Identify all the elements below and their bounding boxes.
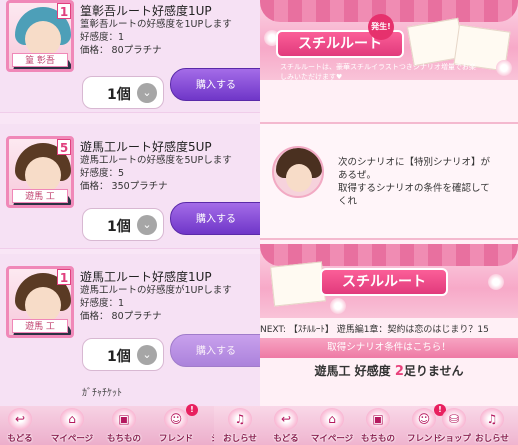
item-title: ｶﾞﾁｬﾁｹｯﾄ bbox=[82, 388, 122, 399]
notification-badge: ! bbox=[186, 404, 198, 416]
portrait-face bbox=[25, 157, 61, 193]
nav-friend-button[interactable]: ☺ ! フレンド bbox=[150, 404, 202, 445]
quantity-value: 1個 bbox=[107, 349, 131, 365]
shop-item-partial: ｶﾞﾁｬﾁｹｯﾄ bbox=[0, 378, 260, 408]
character-portrait: 篁 彰吾 1 bbox=[6, 0, 74, 72]
message-line: あるぜ。 bbox=[338, 170, 377, 181]
shop-item: 遊馬 工 1 遊馬工ルート好感度1UP 遊馬工ルートの好感度が1UPします 好感… bbox=[0, 254, 260, 379]
avatar-face bbox=[286, 164, 312, 192]
quantity-select[interactable]: 1個 ⌄ bbox=[82, 338, 164, 371]
item-count-badge: 1 bbox=[57, 3, 71, 19]
chevron-down-icon: ⌄ bbox=[137, 215, 157, 235]
item-title: 篁彰吾ルート好感度1UP bbox=[80, 4, 212, 18]
character-portrait: 遊馬 工 1 bbox=[6, 266, 74, 338]
quantity-value: 1個 bbox=[107, 219, 131, 235]
rose-decoration bbox=[488, 274, 504, 290]
nav-items-button[interactable]: ▣ もちもの bbox=[352, 406, 404, 445]
nav-label: おしらせ bbox=[475, 434, 509, 444]
bell-icon: ♫ bbox=[480, 408, 504, 430]
item-price: 価格： 80プラチナ bbox=[80, 311, 162, 322]
item-price: 価格： 80プラチナ bbox=[80, 45, 162, 56]
rose-decoration bbox=[330, 298, 346, 314]
nav-news-button[interactable]: ♫ おしらせ bbox=[466, 406, 518, 445]
nav-news-button[interactable]: ♫ おしらせ bbox=[214, 406, 266, 445]
buy-button[interactable]: 購入する bbox=[170, 68, 260, 101]
banner-title: スチルルート bbox=[320, 268, 448, 296]
next-scenario-text: NEXT: 【ｽﾁﾙﾙｰﾄ】 遊馬編1章：契約は恋のはじまり？15 bbox=[260, 325, 489, 335]
bell-icon: ♫ bbox=[228, 408, 252, 430]
shop-item: 遊馬 工 5 遊馬工ルート好感度5UP 遊馬工ルートの好感度を5UPします 好感… bbox=[0, 124, 260, 249]
portrait-face bbox=[25, 21, 61, 57]
item-title: 遊馬工ルート好感度5UP bbox=[80, 140, 212, 154]
nav-back-button[interactable]: ↩ もどる bbox=[260, 406, 312, 445]
chevron-down-icon: ⌄ bbox=[137, 345, 157, 365]
bag-icon: ▣ bbox=[366, 408, 390, 430]
home-icon: ⌂ bbox=[60, 408, 84, 430]
item-description: 遊馬工ルートの好感度が1UPします bbox=[80, 285, 232, 296]
message-line: くれ bbox=[338, 196, 358, 207]
nav-items-button[interactable]: ▣ もちもの bbox=[98, 406, 150, 445]
shortage-prefix: 遊馬工 好感度 bbox=[314, 364, 395, 378]
shortage-suffix: 足りません bbox=[403, 364, 464, 378]
character-portrait: 遊馬 工 5 bbox=[6, 136, 74, 208]
chevron-down-icon: ⌄ bbox=[137, 83, 157, 103]
character-name-tag: 遊馬 工 bbox=[12, 189, 68, 203]
buy-button[interactable]: 購入する bbox=[170, 202, 260, 235]
nav-mypage-button[interactable]: ⌂ マイページ bbox=[306, 406, 358, 445]
still-route-banner[interactable]: スチルルート bbox=[260, 244, 518, 318]
item-effect: 好感度：1 bbox=[80, 298, 125, 309]
shop-panel: 篁 彰吾 1 篁彰吾ルート好感度1UP 篁彰吾ルートの好感度を1UPします 好感… bbox=[0, 0, 260, 445]
curtain-decoration bbox=[260, 244, 518, 266]
nav-mypage-button[interactable]: ⌂ マイページ bbox=[46, 406, 98, 445]
nav-label: もちもの bbox=[360, 434, 395, 444]
item-count-badge: 1 bbox=[57, 269, 71, 285]
shop-icon: ⛁ bbox=[442, 408, 466, 430]
quantity-select[interactable]: 1個 ⌄ bbox=[82, 208, 164, 241]
back-icon: ↩ bbox=[274, 408, 298, 430]
shortage-value: 2 bbox=[394, 364, 404, 379]
rose-decoration bbox=[496, 60, 512, 76]
buy-button[interactable]: 購入する bbox=[170, 334, 260, 367]
banner-subtext: スチルルートは、豪華スチルイラストつきシナリオ増量でお楽しみいただけます♥ bbox=[280, 63, 476, 81]
character-avatar bbox=[272, 146, 324, 198]
bag-icon: ▣ bbox=[112, 408, 136, 430]
friend-icon: ☺ bbox=[164, 408, 188, 430]
quantity-select[interactable]: 1個 ⌄ bbox=[82, 76, 164, 109]
item-description: 篁彰吾ルートの好感度を1UPします bbox=[80, 19, 232, 30]
item-effect: 好感度：1 bbox=[80, 32, 125, 43]
message-line: 取得するシナリオの条件を確認して bbox=[338, 183, 490, 194]
nav-label: マイページ bbox=[50, 434, 94, 444]
home-icon: ⌂ bbox=[320, 408, 344, 430]
back-icon: ↩ bbox=[8, 408, 32, 430]
nav-label: もどる bbox=[273, 434, 299, 444]
message-line: 次のシナリオに【特別シナリオ】が bbox=[338, 157, 491, 168]
nav-label: フレンド bbox=[158, 434, 193, 444]
item-description: 遊馬工ルートの好感度を5UPします bbox=[80, 155, 232, 166]
nav-label: マイページ bbox=[310, 434, 354, 444]
nav-label: もちもの bbox=[106, 434, 141, 444]
nav-label: おしらせ bbox=[223, 434, 257, 444]
character-name-tag: 篁 彰吾 bbox=[12, 53, 68, 67]
message-text: 次のシナリオに【特別シナリオ】が あるぜ。 取得するシナリオの条件を確認して く… bbox=[338, 156, 490, 208]
shortage-text: 遊馬工 好感度 2足りません bbox=[260, 362, 518, 384]
nav-back-button[interactable]: ↩ もどる bbox=[0, 406, 46, 445]
still-card-image bbox=[270, 261, 326, 307]
item-price: 価格： 350プラチナ bbox=[80, 181, 168, 192]
nav-label: もどる bbox=[7, 434, 33, 444]
still-route-banner[interactable]: スチルルート 発生! スチルルートは、豪華スチルイラストつきシナリオ増量でお楽し… bbox=[260, 0, 518, 81]
condition-button[interactable]: 取得シナリオ条件はこちら！ bbox=[260, 338, 518, 358]
scenario-panel: スチルルート 発生! スチルルートは、豪華スチルイラストつきシナリオ増量でお楽し… bbox=[260, 0, 518, 445]
quantity-value: 1個 bbox=[107, 87, 131, 103]
character-message-box: 次のシナリオに【特別シナリオ】が あるぜ。 取得するシナリオの条件を確認して く… bbox=[260, 122, 518, 240]
item-count-badge: 5 bbox=[57, 139, 71, 155]
character-name-tag: 遊馬 工 bbox=[12, 319, 68, 333]
shop-item: 篁 彰吾 1 篁彰吾ルート好感度1UP 篁彰吾ルートの好感度を1UPします 好感… bbox=[0, 0, 260, 113]
footer-nav: ♫ おしらせ ↩ もどる ⌂ マイページ ▣ もちもの ☺ ! フレンド ⛁ シ… bbox=[214, 404, 518, 445]
item-title: 遊馬工ルート好感度1UP bbox=[80, 270, 212, 284]
item-effect: 好感度：5 bbox=[80, 168, 125, 179]
occurred-badge: 発生! bbox=[368, 14, 394, 40]
portrait-face bbox=[25, 287, 61, 323]
